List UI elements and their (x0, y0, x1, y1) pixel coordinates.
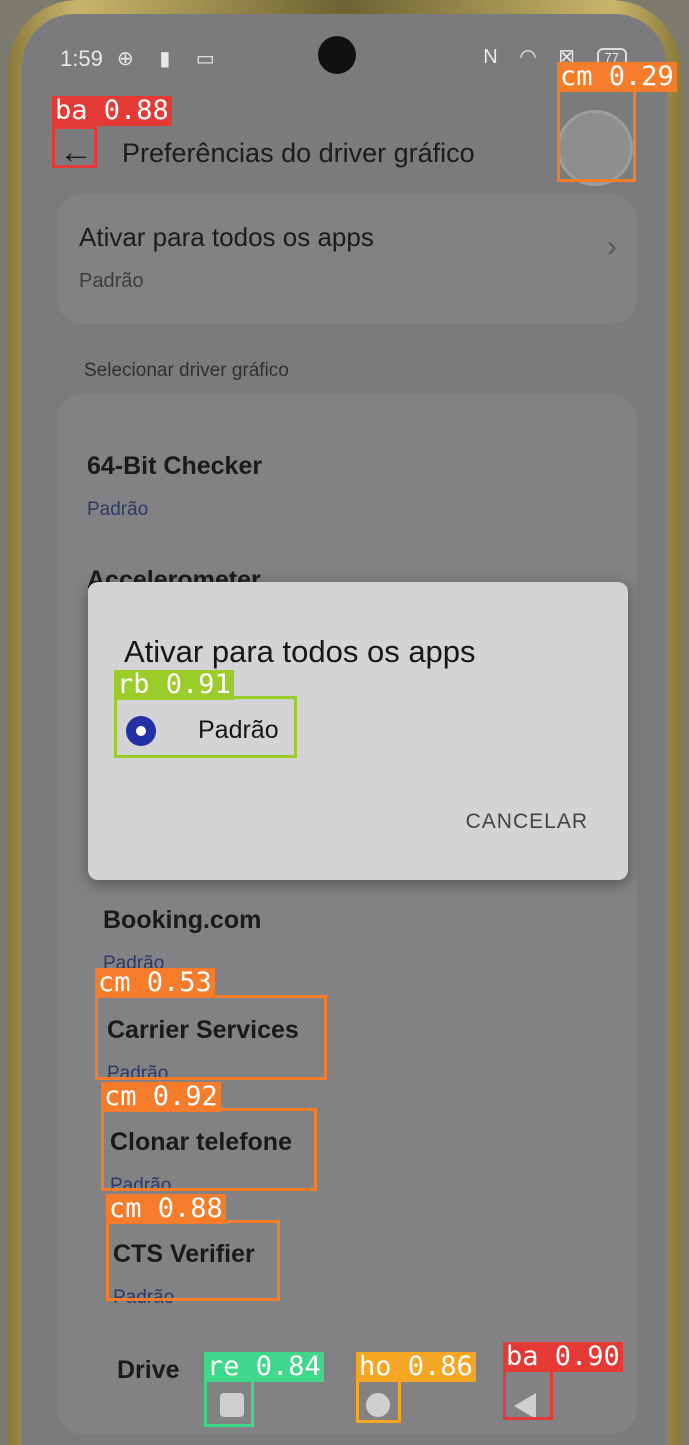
app-name: 64-Bit Checker (87, 452, 263, 480)
notification-icons: ⊕ ▮ ▭ (117, 48, 225, 70)
chevron-right-icon: › (607, 230, 617, 263)
all-apps-value: Padrão (79, 270, 144, 292)
detection-label: ba 0.90 (503, 1342, 623, 1372)
detection-label: ba 0.88 (52, 96, 172, 126)
detection-label: re 0.84 (204, 1352, 324, 1382)
detection-box (52, 126, 97, 168)
list-item[interactable]: 64-Bit Checker Padrão (87, 452, 262, 521)
detection-label: cm 0.92 (101, 1082, 221, 1112)
status-time: 1:59 (60, 46, 103, 71)
navigation-bar (22, 1365, 667, 1445)
front-camera (318, 36, 356, 74)
detection-box (95, 995, 327, 1080)
detection-box (503, 1368, 553, 1420)
detection-label: cm 0.88 (106, 1194, 226, 1224)
detection-label: cm 0.29 (557, 62, 677, 92)
detection-box (204, 1378, 254, 1427)
page-title: Preferências do driver gráfico (122, 138, 475, 168)
detection-box (114, 696, 297, 758)
detection-box (101, 1108, 317, 1191)
detection-box (557, 88, 636, 182)
app-driver-value: Padrão (87, 499, 149, 520)
detection-box (106, 1220, 280, 1301)
detection-box (356, 1378, 401, 1423)
app-name: Booking.com (103, 906, 262, 934)
detection-label: ho 0.86 (356, 1352, 476, 1382)
all-apps-title: Ativar para todos os apps (79, 222, 374, 252)
cancel-button[interactable]: CANCELAR (466, 810, 588, 834)
section-label: Selecionar driver gráfico (84, 360, 289, 381)
all-apps-setting[interactable]: Ativar para todos os apps Padrão › (57, 194, 637, 324)
dialog-title: Ativar para todos os apps (124, 634, 476, 669)
list-item[interactable]: Booking.com Padrão (103, 906, 261, 975)
detection-label: cm 0.53 (95, 968, 215, 998)
detection-label: rb 0.91 (114, 670, 234, 700)
